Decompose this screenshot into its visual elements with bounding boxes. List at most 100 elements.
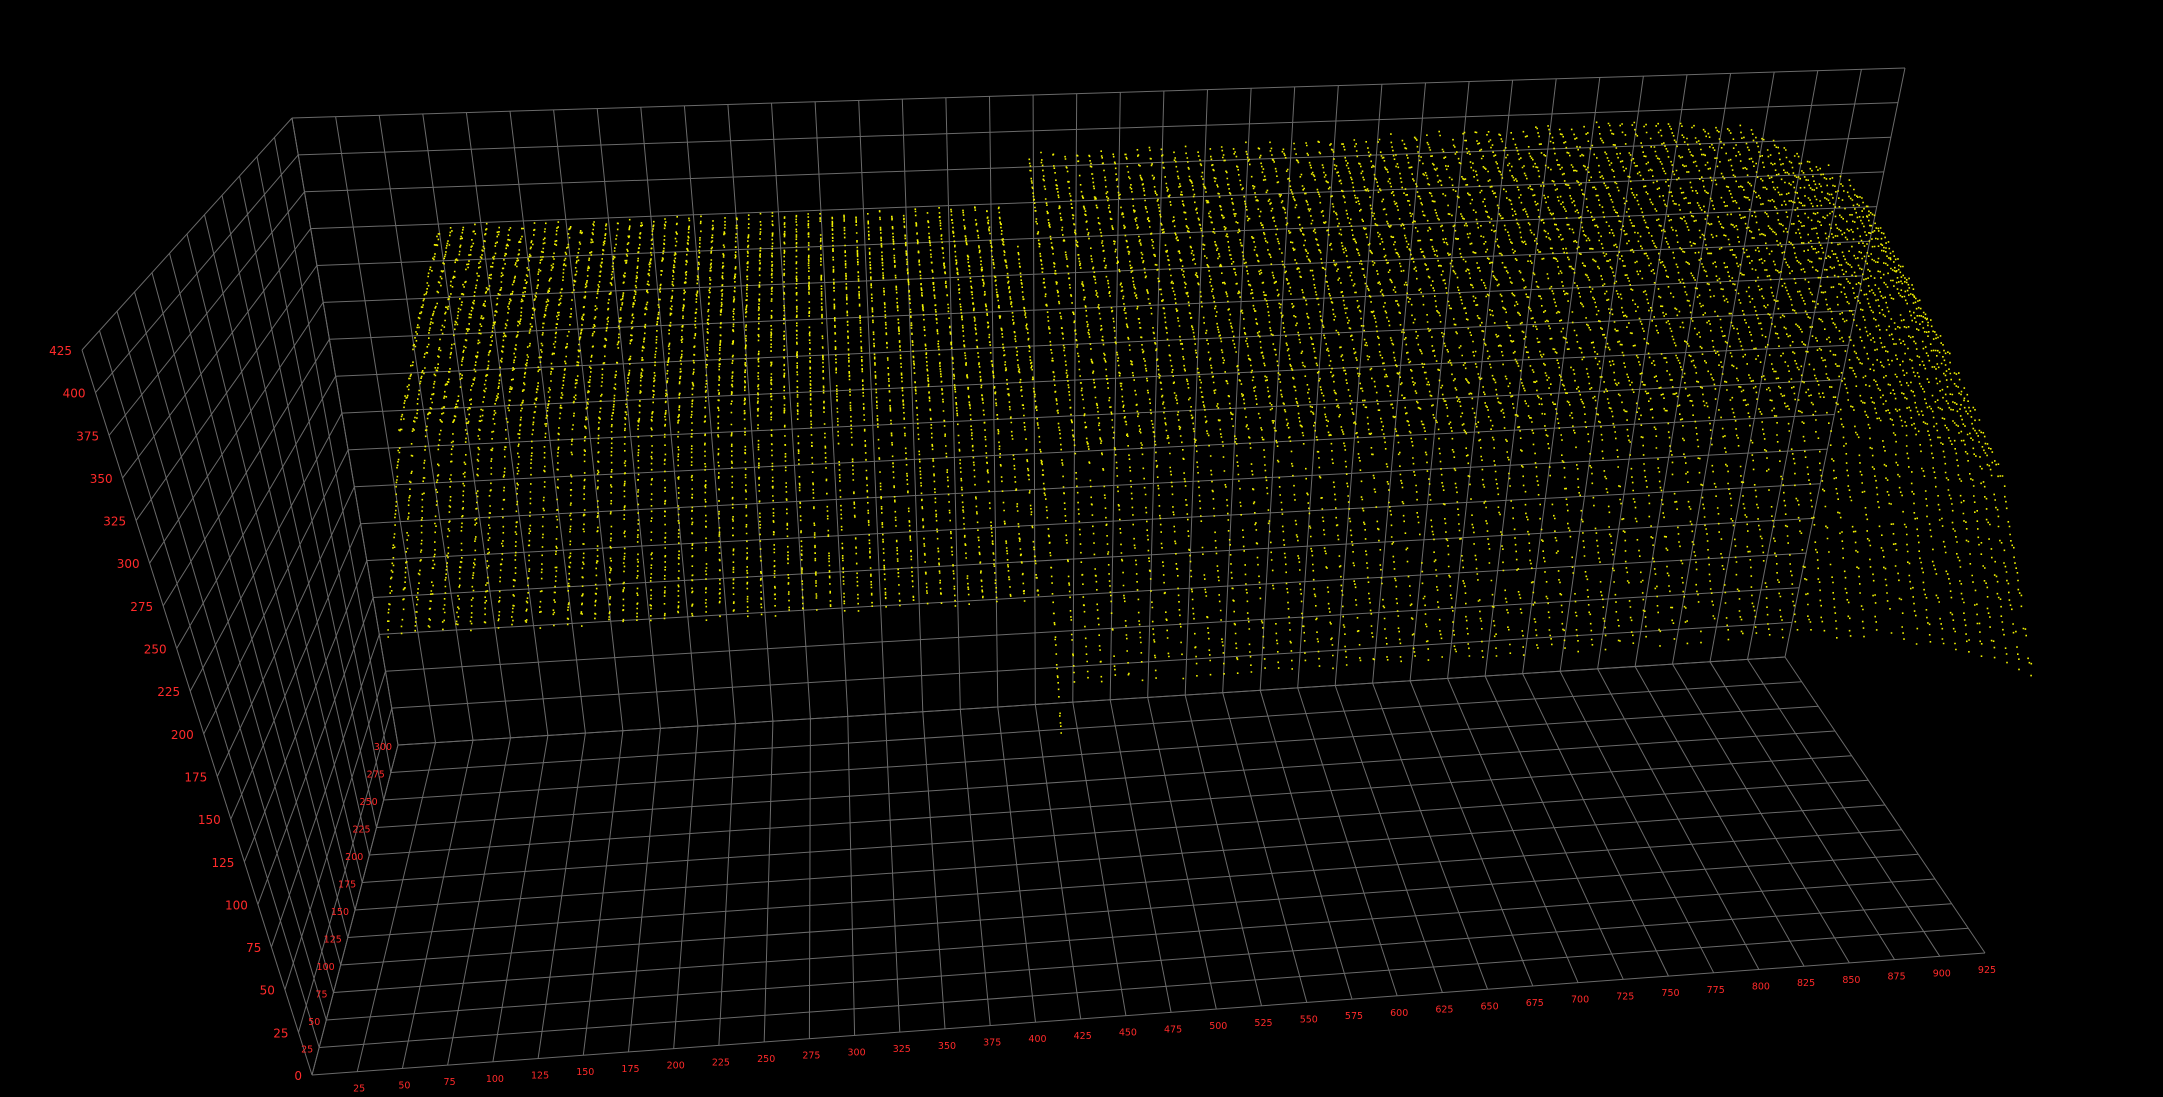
x-tick-label: 50 [398,1080,410,1091]
z-tick-label: 300 [117,557,140,571]
back-grid-line [1032,94,1036,705]
x-tick-label: 375 [983,1038,1001,1049]
plot-viewport[interactable]: 25 50 75 100 125 150 175 200 225 250 275 300 325 350 3… [0,0,2163,1097]
y-tick-label: 25 [301,1045,313,1056]
z-tick-label: 375 [76,429,99,443]
floor-grid-line [362,779,1869,883]
x-tick-label: 600 [1390,1008,1408,1019]
grid-planes [81,67,1986,1076]
z-tick-label: 175 [184,771,207,785]
x-tick-label: 725 [1616,991,1634,1002]
x-tick-label: 800 [1752,982,1770,993]
back-grid-line [1072,93,1078,703]
z-tick-label: 0 [294,1069,302,1083]
x-tick-label: 400 [1028,1034,1046,1045]
x-tick-label: 350 [938,1041,956,1052]
left-grid-line [151,272,342,966]
z-tick-label: 125 [211,856,234,870]
back-grid-line [316,206,1877,266]
x-tick-label: 450 [1119,1028,1137,1039]
back-grid-line [422,113,511,738]
back-grid-line [379,552,1807,635]
back-grid-line [553,109,624,731]
y-tick-label: 200 [345,852,363,863]
y-tick-label: 250 [360,797,378,808]
back-grid-line [1672,72,1775,665]
y-tick-label: 175 [338,880,356,891]
left-grid-line [186,233,356,911]
back-grid-line [360,448,1828,525]
back-grid-line [373,517,1814,598]
back-grid-line [1259,86,1296,691]
back-grid-line [1184,89,1208,696]
back-grid-line [1372,82,1426,684]
x-tick-label: 900 [1933,968,1951,979]
left-grid-line [99,330,320,1048]
x-tick-label: 750 [1661,988,1679,999]
back-grid-line [1147,90,1165,698]
back-grid-line [366,483,1821,562]
z-tick-label: 100 [225,898,248,912]
left-grid-line [216,486,355,777]
x-tick-label: 250 [757,1054,775,1065]
x-tick-label: 225 [712,1057,730,1068]
x-tick-label: 650 [1481,1001,1499,1012]
back-grid-line [378,115,474,741]
back-grid-line [640,107,699,727]
y-tick-label: 75 [315,990,327,1001]
y-tick-label: 100 [317,962,335,973]
z-tick-label: 150 [198,813,221,827]
x-tick-label: 925 [1978,965,1996,976]
back-grid-line [901,99,924,712]
x-tick-label: 125 [531,1071,549,1082]
y-tick-label: 50 [308,1017,320,1028]
left-grid-line [221,195,370,856]
x-tick-label: 275 [802,1051,820,1062]
x-tick-label: 850 [1842,975,1860,986]
z-tick-label: 200 [171,728,194,742]
x-tick-label: 100 [486,1074,504,1085]
left-grid-line [116,311,327,1021]
point-cloud [387,121,2033,734]
y-tick-label: 275 [367,770,385,781]
x-tick-label: 75 [444,1077,456,1088]
x-tick-label: 25 [353,1084,365,1095]
z-tick-label: 250 [144,643,167,657]
back-grid-line [509,111,586,734]
back-grid-line [335,116,436,743]
back-grid-line [354,414,1835,488]
x-tick-label: 775 [1707,985,1725,996]
x-tick-label: 300 [848,1047,866,1058]
back-grid-line [310,171,1884,230]
x-tick-label: 525 [1254,1018,1272,1029]
point-cloud-series-2 [1017,121,2033,734]
back-grid-line [335,310,1856,377]
back-grid-line [814,101,849,717]
x-tick-label: 625 [1435,1005,1453,1016]
z-tick-label: 350 [90,472,113,486]
left-grid-line [149,302,324,564]
floor-grid-line [369,755,1852,856]
back-grid-line [465,112,549,736]
y-tick-label: 225 [352,825,370,836]
back-grid-line [304,136,1891,193]
left-grid-line [81,117,293,351]
point-cloud-3d-chart[interactable]: 25 50 75 100 125 150 175 200 225 250 275 300 325 350 3… [0,0,2163,1097]
back-grid-line [397,656,1786,746]
back-grid-line [329,275,1863,340]
left-grid-line [311,744,399,1076]
z-tick-label: 225 [157,685,180,699]
back-grid-line [1484,78,1557,677]
back-grid-line [945,97,961,710]
x-tick-label: 825 [1797,978,1815,989]
x-tick-label: 875 [1888,972,1906,983]
back-grid-line [1109,92,1121,700]
x-tick-label: 175 [621,1064,639,1075]
back-grid-line [391,621,1793,709]
left-grid-line [108,191,305,436]
left-grid-line [176,375,337,649]
x-tick-label: 550 [1300,1015,1318,1026]
left-grid-line [169,253,349,938]
z-tick-label: 275 [130,600,153,614]
left-grid-line [243,560,368,862]
